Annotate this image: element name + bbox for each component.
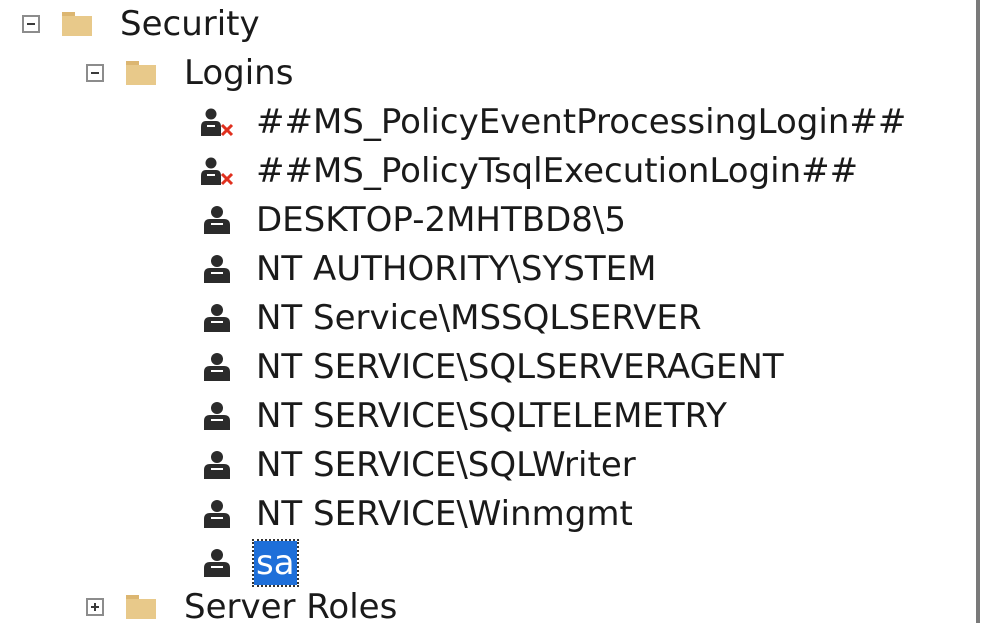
tree-node-login[interactable]: ##MS_PolicyTsqlExecutionLogin## — [200, 147, 858, 195]
tree-node-login[interactable]: NT SERVICE\Winmgmt — [200, 490, 633, 538]
tree-node-security[interactable]: Security — [22, 0, 260, 48]
user-login-icon — [204, 353, 230, 381]
login-label: NT SERVICE\SQLTELEMETRY — [256, 396, 727, 436]
tree-node-server-roles[interactable]: Server Roles — [86, 583, 397, 623]
folder-icon — [126, 61, 156, 85]
login-label: DESKTOP-2MHTBD8\5 — [256, 200, 626, 240]
login-label: NT Service\MSSQLSERVER — [256, 298, 702, 338]
tree-node-login[interactable]: NT Service\MSSQLSERVER — [200, 294, 702, 342]
tree-node-label: Server Roles — [184, 587, 398, 623]
tree-node-login[interactable]: NT SERVICE\SQLTELEMETRY — [200, 392, 727, 440]
tree-node-login[interactable]: NT SERVICE\SQLWriter — [200, 441, 636, 489]
folder-icon — [126, 595, 156, 619]
login-label: NT AUTHORITY\SYSTEM — [256, 249, 657, 289]
login-label: NT SERVICE\SQLWriter — [256, 445, 636, 485]
login-label: NT SERVICE\Winmgmt — [256, 494, 633, 534]
tree-node-login[interactable]: NT AUTHORITY\SYSTEM — [200, 245, 656, 293]
disabled-login-icon — [201, 108, 234, 137]
expand-box-icon[interactable] — [86, 598, 104, 616]
tree-node-logins[interactable]: Logins — [86, 49, 293, 97]
user-login-icon — [204, 451, 230, 479]
tree-node-login[interactable]: ##MS_PolicyEventProcessingLogin## — [200, 98, 906, 146]
collapse-box-icon[interactable] — [22, 15, 40, 33]
disabled-login-icon — [201, 157, 234, 186]
user-login-icon — [204, 549, 230, 577]
folder-icon — [62, 12, 92, 36]
login-label: ##MS_PolicyEventProcessingLogin## — [256, 102, 907, 142]
collapse-box-icon[interactable] — [86, 64, 104, 82]
tree-node-login[interactable]: DESKTOP-2MHTBD8\5 — [200, 196, 626, 244]
user-login-icon — [204, 500, 230, 528]
login-label: NT SERVICE\SQLSERVERAGENT — [256, 347, 784, 387]
tree-node-login[interactable]: NT SERVICE\SQLSERVERAGENT — [200, 343, 784, 391]
user-login-icon — [204, 402, 230, 430]
tree-node-label: Security — [120, 4, 260, 44]
tree-node-label: Logins — [184, 53, 294, 93]
login-label: sa — [252, 539, 299, 587]
login-label: ##MS_PolicyTsqlExecutionLogin## — [256, 151, 859, 191]
object-explorer-tree: Security Logins ##MS_PolicyEventProcessi… — [0, 0, 976, 623]
tree-node-login-selected[interactable]: sa — [200, 539, 299, 587]
user-login-icon — [204, 206, 230, 234]
user-login-icon — [204, 304, 230, 332]
user-login-icon — [204, 255, 230, 283]
vertical-scrollbar[interactable] — [976, 0, 986, 623]
